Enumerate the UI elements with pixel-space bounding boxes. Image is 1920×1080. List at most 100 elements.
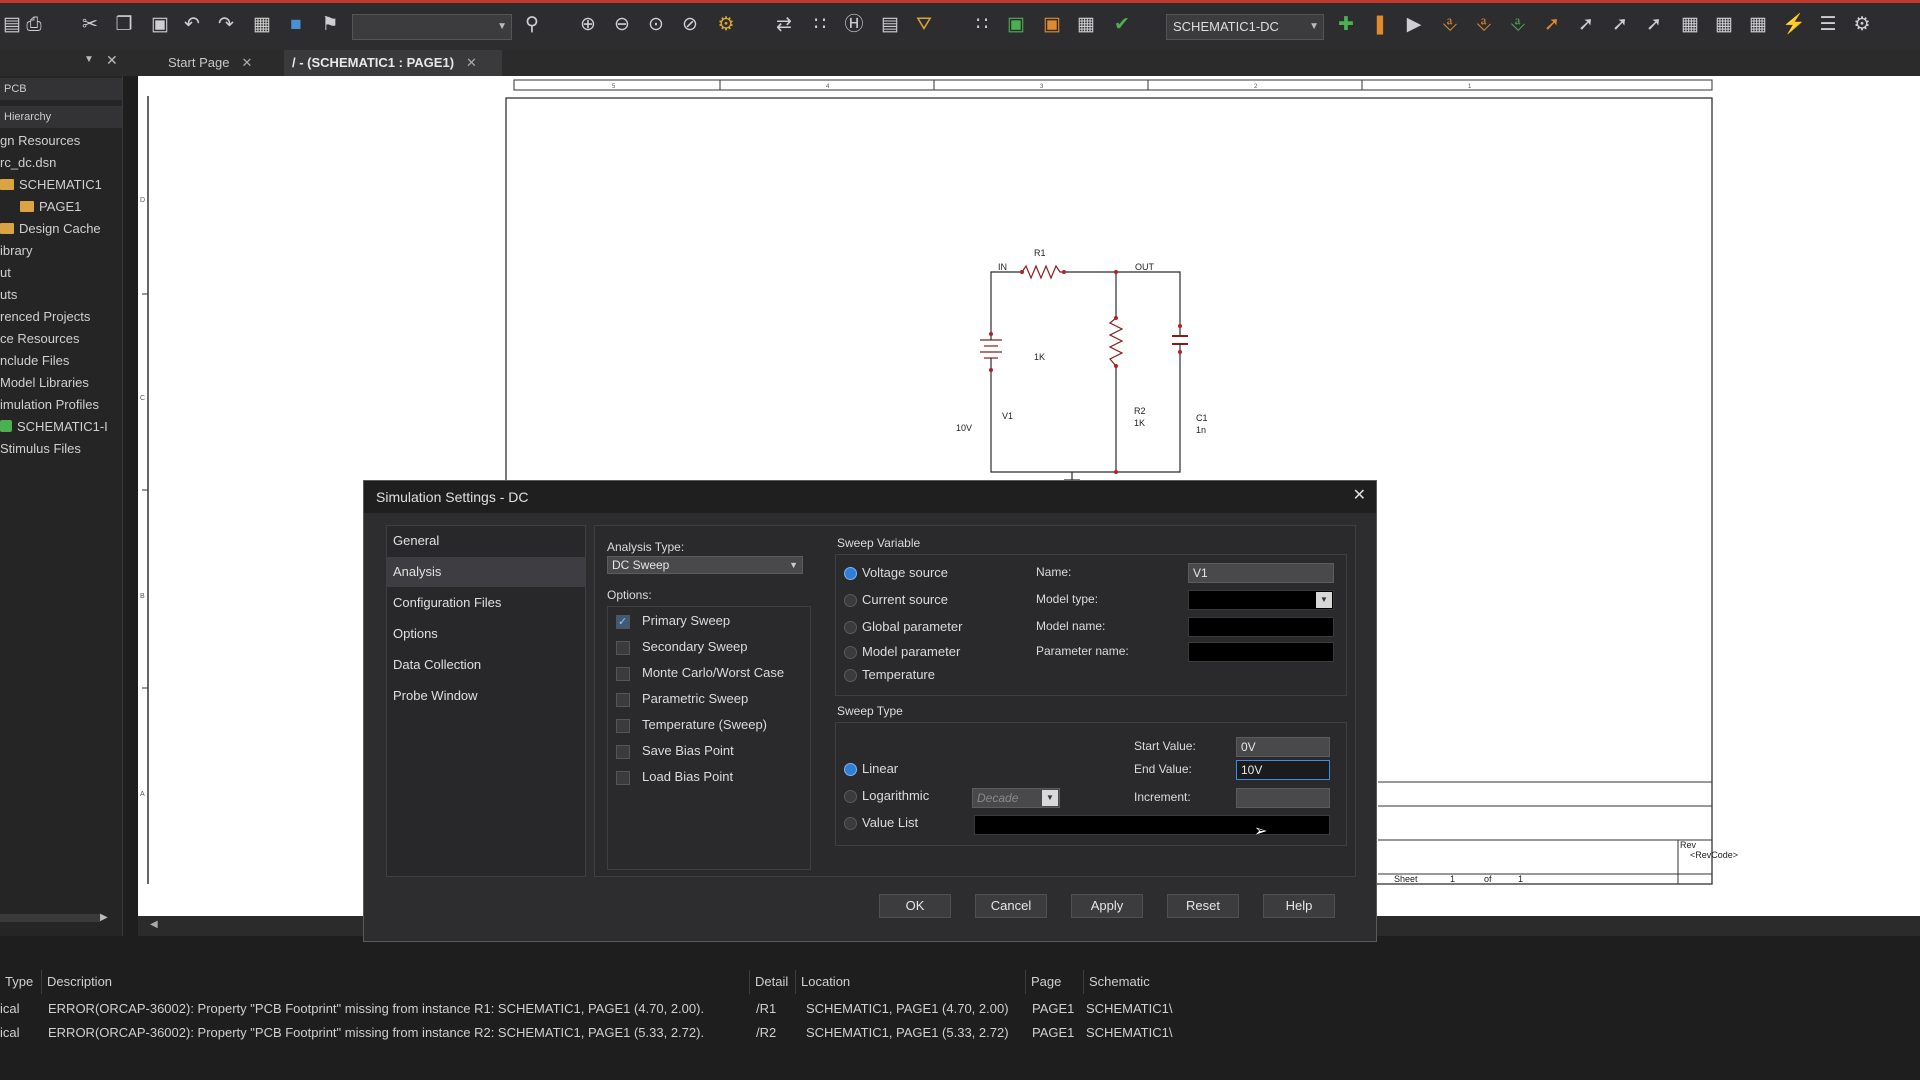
cross-reference-icon[interactable]: ▤	[878, 13, 902, 37]
temperature-sweep-checkbox[interactable]	[616, 719, 630, 733]
undo-icon[interactable]: ↶	[180, 13, 204, 37]
ok-button[interactable]: OK	[879, 894, 951, 918]
column-header-description[interactable]: Description	[42, 970, 750, 994]
category-general[interactable]: General	[387, 526, 585, 556]
linear-radio[interactable]	[844, 763, 857, 776]
tree-item-simulation-profiles[interactable]: imulation Profiles	[0, 395, 99, 415]
model-type-select[interactable]: ▼	[1188, 590, 1334, 610]
value-list-radio[interactable]	[844, 817, 857, 830]
category-configuration-files[interactable]: Configuration Files	[387, 588, 585, 618]
name-field[interactable]: V1	[1188, 563, 1334, 583]
panel-close-icon[interactable]: ✕	[106, 52, 118, 69]
tree-item-design-cache[interactable]: Design Cache	[0, 219, 101, 239]
show-power-icon[interactable]: ▦	[1746, 13, 1770, 37]
scroll-right-icon[interactable]: ▶	[100, 912, 108, 923]
save-bias-point-checkbox[interactable]	[616, 745, 630, 759]
end-value-field[interactable]: 10V	[1236, 760, 1330, 780]
category-analysis[interactable]: Analysis	[387, 557, 585, 587]
show-voltage-icon[interactable]: ▦	[1678, 13, 1702, 37]
column-header-schematic[interactable]: Schematic	[1084, 970, 1204, 994]
tree-item-referenced-projects[interactable]: renced Projects	[0, 307, 90, 327]
copy-icon[interactable]: ❐	[112, 13, 136, 37]
file-icon[interactable]: ▤	[0, 13, 24, 37]
analysis-type-select[interactable]: DC Sweep ▼	[607, 556, 803, 574]
horizontal-scrollbar[interactable]	[0, 914, 100, 922]
show-current-icon[interactable]: ▦	[1712, 13, 1736, 37]
parametric-sweep-checkbox[interactable]	[616, 693, 630, 707]
tab-schematic-page[interactable]: / - (SCHEMATIC1 : PAGE1) ✕	[284, 50, 502, 76]
cancel-button[interactable]: Cancel	[975, 894, 1047, 918]
monte-carlo-checkbox[interactable]	[616, 667, 630, 681]
grid-icon[interactable]: ▦	[250, 13, 274, 37]
add-probe-icon[interactable]: ✚	[1334, 13, 1358, 37]
column-header-page[interactable]: Page	[1026, 970, 1084, 994]
table-row[interactable]: ical ERROR(ORCAP-36002): Property "PCB F…	[0, 998, 1920, 1020]
zoom-out-icon[interactable]: ⊖	[610, 13, 634, 37]
annotate-icon[interactable]: ⚙	[714, 13, 738, 37]
dialog-title-bar[interactable]: Simulation Settings - DC	[364, 481, 1376, 513]
apply-button[interactable]: Apply	[1071, 894, 1143, 918]
load-bias-point-checkbox[interactable]	[616, 771, 630, 785]
secondary-sweep-checkbox[interactable]	[616, 641, 630, 655]
zoom-area-icon[interactable]: ⊙	[644, 13, 668, 37]
netlist-icon[interactable]: ∷	[808, 13, 832, 37]
tree-item-schematic1[interactable]: SCHEMATIC1	[0, 175, 102, 195]
model-name-field[interactable]	[1188, 617, 1334, 637]
start-value-field[interactable]: 0V	[1236, 737, 1330, 757]
bill-of-materials-icon[interactable]: ⛛	[912, 13, 936, 37]
check-icon[interactable]: ✔	[1110, 13, 1134, 37]
marker-current-icon[interactable]: ⎀	[1472, 13, 1496, 37]
edit-profile-icon[interactable]: ▣	[1040, 13, 1064, 37]
spreadsheet-icon[interactable]: ▦	[1074, 13, 1098, 37]
nodes-icon[interactable]: ∷	[970, 13, 994, 37]
redo-icon[interactable]: ↷	[214, 13, 238, 37]
parameter-name-field[interactable]	[1188, 642, 1334, 662]
tree-item-stimulus-files[interactable]: Stimulus Files	[0, 439, 81, 459]
close-icon[interactable]: ✕	[1353, 481, 1366, 511]
tree-item-output[interactable]: ut	[0, 263, 11, 283]
increment-field[interactable]	[1236, 788, 1330, 808]
tree-item-design-resources[interactable]: gn Resources	[0, 131, 80, 151]
hierarchy-icon[interactable]: ☰	[1816, 13, 1840, 37]
paste-icon[interactable]: ▣	[148, 13, 172, 37]
column-header-type[interactable]: Type	[0, 970, 42, 994]
zoom-fit-icon[interactable]: ⊘	[678, 13, 702, 37]
current-marker-icon[interactable]: ➚	[1608, 13, 1632, 37]
panel-menu-chevron-icon[interactable]: ▼	[84, 54, 94, 65]
global-parameter-radio[interactable]	[844, 621, 857, 634]
logarithmic-radio[interactable]	[844, 790, 857, 803]
current-source-radio[interactable]	[844, 594, 857, 607]
reset-button[interactable]: Reset	[1167, 894, 1239, 918]
close-icon[interactable]: ✕	[466, 55, 477, 70]
run-icon[interactable]: ▶	[1402, 13, 1426, 37]
search-icon[interactable]: ⚲	[520, 13, 544, 37]
tree-item-page1[interactable]: PAGE1	[20, 197, 81, 217]
help-button[interactable]: Help	[1263, 894, 1335, 918]
tree-item-outputs[interactable]: uts	[0, 285, 17, 305]
new-profile-icon[interactable]: ▣	[1004, 13, 1028, 37]
differential-marker-icon[interactable]: ➚	[1574, 13, 1598, 37]
cut-icon[interactable]: ✂	[78, 13, 102, 37]
column-header-location[interactable]: Location	[796, 970, 1026, 994]
column-header-detail[interactable]: Detail	[750, 970, 796, 994]
settings-icon[interactable]: ⚙	[1850, 13, 1874, 37]
value-list-field[interactable]	[974, 815, 1330, 835]
scroll-left-icon[interactable]: ◀	[150, 919, 158, 930]
snap-icon[interactable]: ⚑	[318, 13, 342, 37]
tree-item-library[interactable]: ibrary	[0, 241, 33, 261]
power-marker-icon[interactable]: ➚	[1642, 13, 1666, 37]
stop-icon[interactable]: ❚	[1368, 13, 1392, 37]
panel-tab-hierarchy[interactable]: Hierarchy	[0, 106, 122, 128]
tree-item-model-libraries[interactable]: Model Libraries	[0, 373, 89, 393]
voltage-marker-icon[interactable]: ➚	[1540, 13, 1564, 37]
voltage-source-radio[interactable]	[844, 567, 857, 580]
model-parameter-radio[interactable]	[844, 646, 857, 659]
tree-item-include-files[interactable]: nclude Files	[0, 351, 69, 371]
marker-voltage-icon[interactable]: ⎀	[1438, 13, 1462, 37]
table-row[interactable]: ical ERROR(ORCAP-36002): Property "PCB F…	[0, 1022, 1920, 1044]
zoom-in-icon[interactable]: ⊕	[576, 13, 600, 37]
category-options[interactable]: Options	[387, 619, 585, 649]
back-annotate-icon[interactable]: ⇄	[772, 13, 796, 37]
log-scale-select[interactable]: Decade ▼	[972, 788, 1060, 808]
select-area-icon[interactable]: ■	[284, 13, 308, 37]
